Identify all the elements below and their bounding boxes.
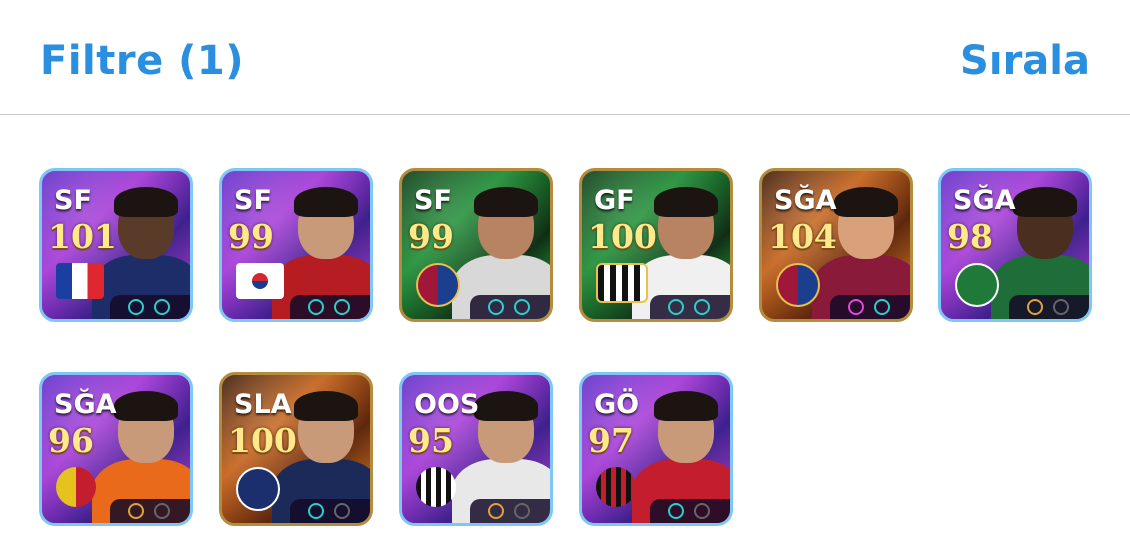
card-rating: 99 [228,217,274,256]
france-flag-icon [56,263,104,299]
card-rating: 100 [588,217,657,256]
club-crest-icon [236,467,280,511]
club-crest-icon [596,467,636,507]
skill-icon [334,503,350,519]
korea-flag-icon [236,263,284,299]
club-crest-icon [416,467,456,507]
sort-button[interactable]: Sırala [960,38,1090,84]
player-card[interactable]: GF 100 [579,168,733,322]
card-position: OOS [414,389,480,420]
card-rating: 104 [768,217,837,256]
skill-icon [668,299,684,315]
skill-icon [694,503,710,519]
card-position: SĞA [54,389,117,420]
player-card[interactable]: SĞA 104 [759,168,913,322]
club-crest-icon [955,263,999,307]
player-card[interactable]: SF 99 [399,168,553,322]
card-position: SĞA [774,185,837,216]
card-position: SF [54,185,92,216]
club-crest-icon [56,467,96,507]
card-rating: 97 [588,421,634,460]
card-rating: 101 [48,217,117,256]
player-card[interactable]: GÖ 97 [579,372,733,526]
card-rating: 98 [947,217,993,256]
skill-icon [154,503,170,519]
card-position: SF [234,185,272,216]
player-card[interactable]: SĞA 96 [39,372,193,526]
skill-icon [128,299,144,315]
card-rating: 99 [408,217,454,256]
player-card[interactable]: SF 101 [39,168,193,322]
skill-icon [848,299,864,315]
card-position: SĞA [953,185,1016,216]
filter-button[interactable]: Filtre (1) [40,38,244,84]
player-card[interactable]: SLA 100 [219,372,373,526]
skill-icon [514,299,530,315]
player-card[interactable]: OOS 95 [399,372,553,526]
skill-icon [128,503,144,519]
skill-icon [308,299,324,315]
skill-icon [874,299,890,315]
club-crest-icon [596,263,648,303]
skill-icon [514,503,530,519]
skill-icon [308,503,324,519]
skill-icon [1027,299,1043,315]
card-rating: 96 [48,421,94,460]
skill-icon [488,299,504,315]
skill-icon [334,299,350,315]
player-card[interactable]: SĞA 98 [938,168,1092,322]
card-position: SLA [234,389,292,420]
club-crest-icon [416,263,460,307]
skill-icon [154,299,170,315]
card-rating: 100 [228,421,297,460]
top-bar: Filtre (1) Sırala [0,0,1130,115]
skill-icon [1053,299,1069,315]
skill-icon [488,503,504,519]
skill-icon [694,299,710,315]
card-rating: 95 [408,421,454,460]
card-position: GF [594,185,635,216]
card-position: SF [414,185,452,216]
skill-icon [668,503,684,519]
card-position: GÖ [594,389,640,420]
player-card[interactable]: SF 99 [219,168,373,322]
club-crest-icon [776,263,820,307]
